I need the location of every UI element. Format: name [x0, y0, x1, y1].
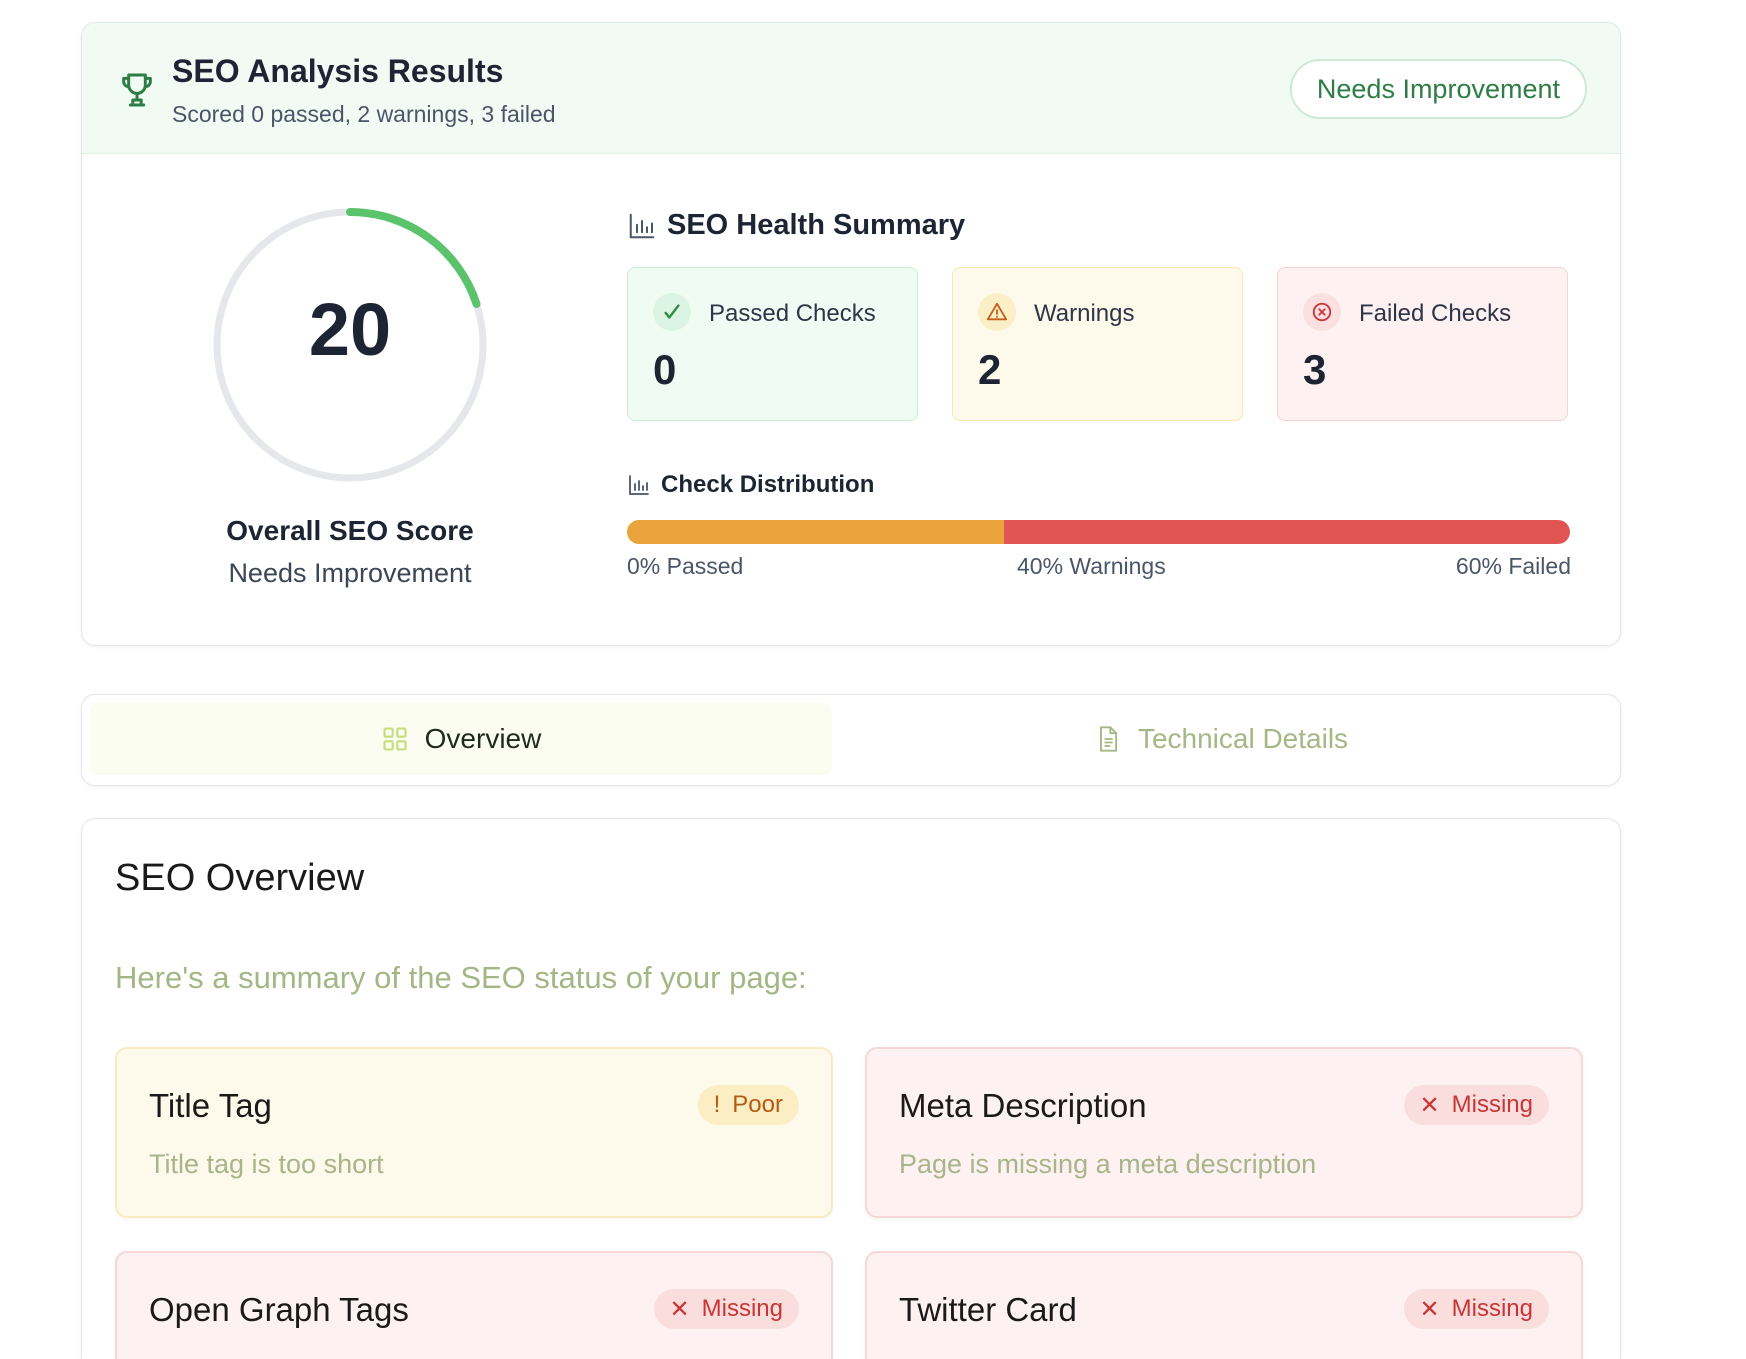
- stat-label: Passed Checks: [709, 300, 876, 327]
- check-item-description: Page is missing a meta description: [899, 1149, 1317, 1179]
- badge-label: Missing: [1451, 1091, 1533, 1118]
- status-badge: ! Poor: [697, 1085, 799, 1125]
- results-header: SEO Analysis Results Scored 0 passed, 2 …: [82, 23, 1620, 154]
- distribution-bar: [627, 520, 1570, 544]
- stat-label: Failed Checks: [1359, 300, 1512, 327]
- check-item-title: Meta Description: [899, 1087, 1147, 1124]
- exclamation-icon: !: [713, 1091, 721, 1118]
- stat-warnings: Warnings 2: [952, 267, 1243, 421]
- stat-value: 2: [978, 346, 1002, 393]
- distribution-warnings-label: 40% Warnings: [1017, 553, 1166, 579]
- x-icon: ✕: [1419, 1091, 1440, 1119]
- stat-value: 3: [1303, 346, 1327, 393]
- badge-label: Missing: [701, 1295, 783, 1322]
- health-summary-title: SEO Health Summary: [667, 209, 966, 241]
- seo-results-card: SEO Analysis Results Scored 0 passed, 2 …: [81, 22, 1621, 646]
- distribution-failed-segment: [1004, 520, 1570, 544]
- tab-label: Technical Details: [1137, 723, 1349, 754]
- results-title: SEO Analysis Results: [172, 53, 504, 89]
- score-label: Overall SEO Score: [226, 515, 474, 546]
- check-item-description: Title tag is too short: [149, 1149, 384, 1179]
- check-item-title: Title Tag: [149, 1087, 272, 1124]
- check-item-meta-description: Meta Description ✕ Missing Page is missi…: [865, 1047, 1583, 1218]
- bar-chart-icon: [629, 213, 655, 238]
- overview-subtitle: Here's a summary of the SEO status of yo…: [115, 960, 807, 995]
- status-badge: ✕ Missing: [653, 1289, 799, 1329]
- x-icon: ✕: [1419, 1295, 1440, 1323]
- distribution-warnings-segment: [627, 520, 1005, 544]
- distribution-heading: Check Distribution: [627, 471, 874, 499]
- x-circle-icon: [1303, 293, 1341, 331]
- check-item-title: Open Graph Tags: [149, 1291, 409, 1328]
- distribution-passed-label: 0% Passed: [627, 553, 744, 579]
- check-item-twitter-card: Twitter Card ✕ Missing: [865, 1251, 1583, 1359]
- warning-icon: [978, 293, 1016, 331]
- x-icon: ✕: [669, 1295, 690, 1323]
- tab-technical-details[interactable]: Technical Details: [832, 703, 1610, 775]
- tab-overview[interactable]: Overview: [90, 703, 832, 775]
- distribution-failed-label: 60% Failed: [1455, 553, 1571, 579]
- score-value: 20: [308, 288, 392, 371]
- status-badge: Needs Improvement: [1289, 59, 1587, 119]
- check-item-title-tag: Title Tag ! Poor Title tag is too short: [115, 1047, 833, 1218]
- stat-failed-checks: Failed Checks 3: [1277, 267, 1568, 421]
- grid-icon: [383, 727, 407, 751]
- check-item-open-graph: Open Graph Tags ✕ Missing: [115, 1251, 833, 1359]
- status-badge: ✕ Missing: [1403, 1085, 1549, 1125]
- score-status: Needs Improvement: [228, 558, 472, 588]
- distribution-title: Check Distribution: [661, 471, 875, 498]
- badge-label: Poor: [732, 1091, 783, 1118]
- stat-passed-checks: Passed Checks 0: [627, 267, 918, 421]
- bar-chart-icon: [629, 475, 649, 495]
- trophy-icon: [122, 73, 152, 107]
- document-icon: [1100, 726, 1118, 752]
- badge-label: Missing: [1451, 1295, 1533, 1322]
- tab-label: Overview: [424, 723, 542, 754]
- stat-label: Warnings: [1034, 300, 1135, 327]
- check-icon: [653, 293, 691, 331]
- overview-title: SEO Overview: [115, 857, 365, 899]
- stat-value: 0: [653, 346, 677, 393]
- tab-bar: Overview Technical Details: [81, 694, 1621, 786]
- seo-overview-card: SEO Overview Here's a summary of the SEO…: [81, 818, 1621, 1359]
- status-badge: ✕ Missing: [1403, 1289, 1549, 1329]
- results-subtitle: Scored 0 passed, 2 warnings, 3 failed: [172, 101, 556, 127]
- health-summary-heading: SEO Health Summary: [627, 209, 965, 242]
- check-item-title: Twitter Card: [899, 1291, 1077, 1328]
